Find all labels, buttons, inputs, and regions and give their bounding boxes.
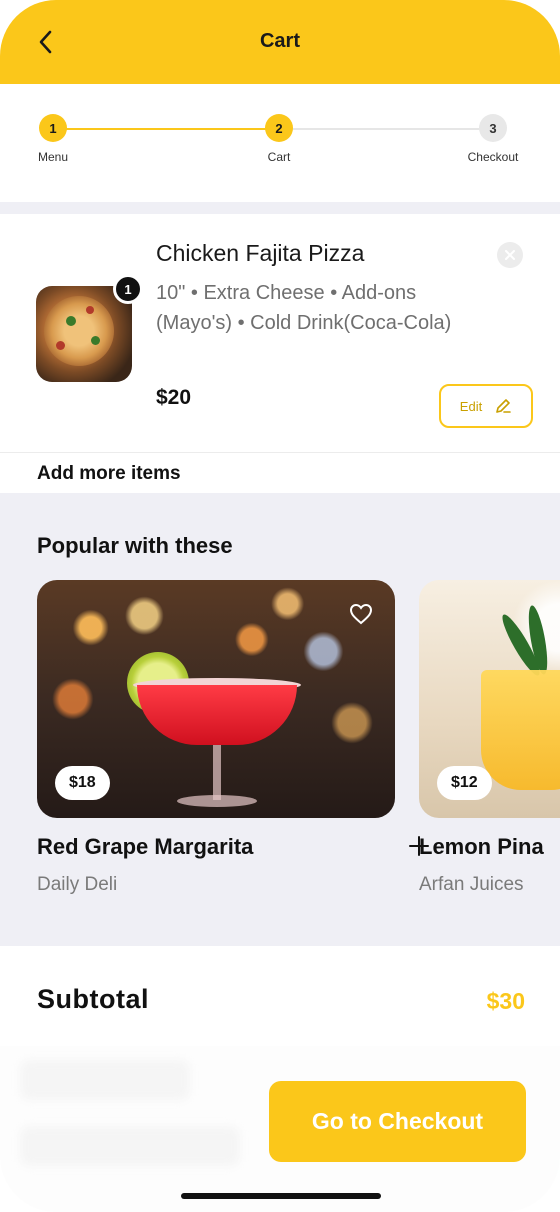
add-more-label: Add more items	[37, 463, 181, 484]
remove-item-button[interactable]	[497, 242, 523, 268]
cart-item: 1 Chicken Fajita Pizza 10" • Extra Chees…	[0, 214, 560, 452]
step-label: Menu	[37, 150, 69, 164]
juice-glass	[481, 670, 560, 790]
price-badge: $18	[55, 766, 110, 800]
step-menu[interactable]: 1 Menu	[8, 114, 98, 164]
popular-section: Popular with these $18 Red Grape Margari…	[0, 493, 560, 946]
subtotal-value: $30	[486, 988, 525, 1014]
drink-image: $12	[419, 580, 560, 818]
product-name: Lemon Pina	[419, 834, 544, 859]
step-label: Cart	[267, 150, 291, 164]
edit-item-button[interactable]: Edit	[439, 384, 533, 428]
vendor-name: Daily Deli	[37, 874, 118, 895]
add-more-items-link[interactable]: Add more items	[0, 453, 560, 493]
edit-label: Edit	[459, 398, 483, 414]
step-number: 3	[479, 114, 507, 142]
drink-glass	[137, 685, 297, 745]
product-card[interactable]: $12 Lemon Pina Arfan Juices	[419, 580, 560, 896]
step-checkout[interactable]: 3 Checkout	[448, 114, 538, 164]
drink-image: $18	[37, 580, 395, 818]
go-to-checkout-button[interactable]: Go to Checkout	[269, 1081, 526, 1162]
heart-icon	[349, 603, 373, 625]
item-price: $20	[156, 386, 192, 409]
step-cart[interactable]: 2 Cart	[234, 114, 324, 164]
favorite-button[interactable]	[347, 600, 375, 628]
glass-stem	[213, 745, 221, 800]
section-title: Popular with these	[37, 533, 233, 558]
step-label: Checkout	[467, 150, 519, 164]
page-title: Cart	[259, 30, 300, 52]
price-badge: $12	[437, 766, 492, 800]
app-screen: Cart 1 Menu 2 Cart 3 Checkout 1 Chicken …	[0, 0, 560, 1212]
glass-base	[177, 795, 257, 807]
step-number: 2	[265, 114, 293, 142]
pencil-icon	[496, 399, 512, 413]
faded-placeholder	[20, 1060, 190, 1100]
header-bar: Cart	[0, 0, 560, 84]
section-divider	[0, 202, 560, 214]
item-description: 10" • Extra Cheese • Add-ons (Mayo's) • …	[156, 282, 452, 334]
close-icon	[505, 250, 515, 260]
home-indicator	[181, 1193, 381, 1199]
checkout-stepper: 1 Menu 2 Cart 3 Checkout	[0, 84, 560, 202]
quantity-badge: 1	[113, 274, 143, 304]
item-name: Chicken Fajita Pizza	[156, 240, 365, 266]
step-number: 1	[39, 114, 67, 142]
product-card[interactable]: $18 Red Grape Margarita Daily Deli	[37, 580, 429, 896]
vendor-name: Arfan Juices	[419, 874, 524, 895]
faded-placeholder	[20, 1126, 240, 1166]
product-name: Red Grape Margarita	[37, 834, 254, 859]
subtotal-label: Subtotal	[37, 984, 149, 1014]
subtotal-row: Subtotal $30	[0, 946, 560, 1046]
